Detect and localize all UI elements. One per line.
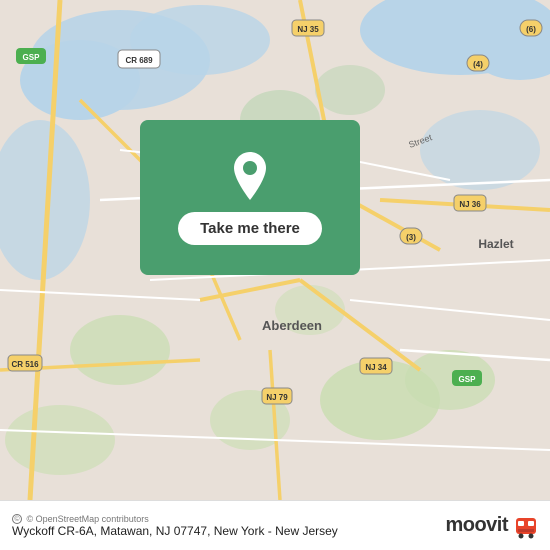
address-text: Wyckoff CR-6A, Matawan, NJ 07747, New Yo… — [12, 524, 445, 538]
location-pin-icon — [228, 150, 272, 202]
osm-credit: © © OpenStreetMap contributors — [12, 514, 445, 525]
svg-text:NJ 35: NJ 35 — [297, 25, 319, 34]
svg-text:NJ 79: NJ 79 — [266, 393, 288, 402]
moovit-text: moovit — [445, 514, 508, 537]
take-me-there-button[interactable]: Take me there — [178, 212, 322, 245]
location-card: Take me there — [140, 120, 360, 275]
osm-circle-icon: © — [12, 514, 22, 524]
svg-text:NJ 34: NJ 34 — [365, 363, 387, 372]
map-container: CR 689 GSP NJ 35 (4) (6) NJ 36 (3) NJ 34… — [0, 0, 550, 500]
svg-text:(6): (6) — [526, 25, 536, 34]
svg-text:Hazlet: Hazlet — [478, 237, 513, 251]
svg-text:CR 689: CR 689 — [125, 56, 153, 65]
svg-text:Aberdeen: Aberdeen — [262, 318, 322, 333]
moovit-logo: moovit — [445, 512, 540, 540]
bottom-left-info: © © OpenStreetMap contributors Wyckoff C… — [12, 513, 445, 539]
bottom-bar: © © OpenStreetMap contributors Wyckoff C… — [0, 500, 550, 550]
svg-text:(4): (4) — [473, 60, 483, 69]
svg-text:(3): (3) — [406, 233, 416, 242]
svg-text:GSP: GSP — [23, 53, 41, 62]
moovit-icon — [512, 512, 540, 540]
svg-text:CR 516: CR 516 — [11, 360, 39, 369]
svg-text:NJ 36: NJ 36 — [459, 200, 481, 209]
svg-text:GSP: GSP — [459, 375, 477, 384]
